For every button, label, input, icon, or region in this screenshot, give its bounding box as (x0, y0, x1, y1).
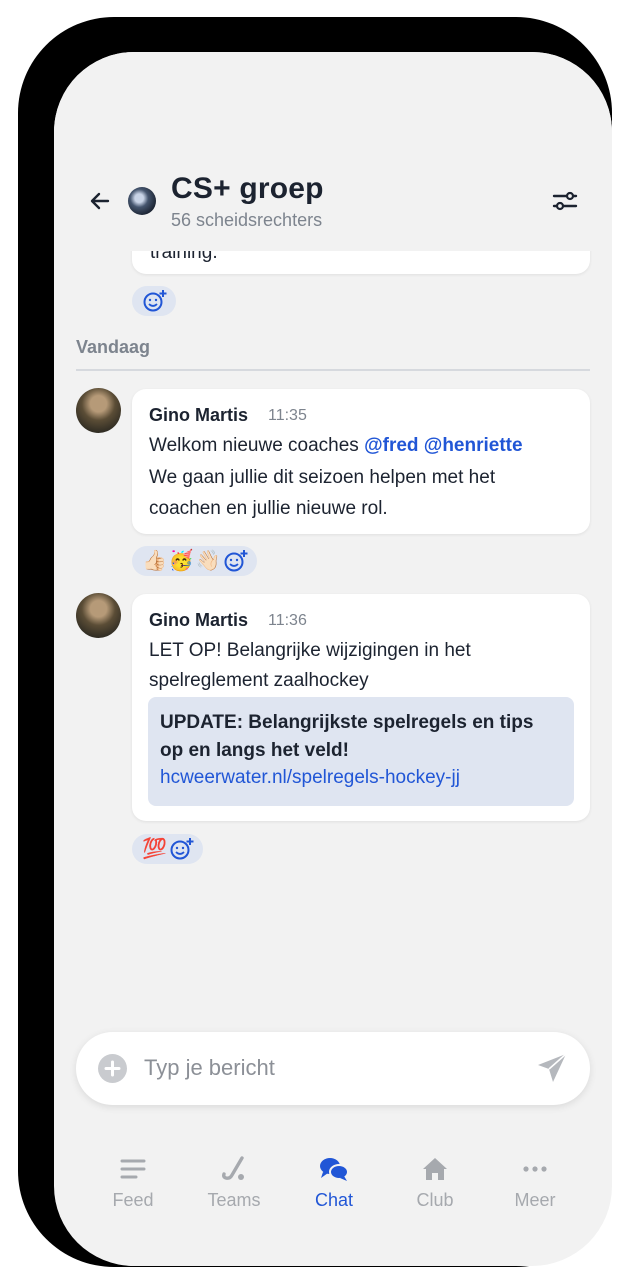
message-text: coachen en jullie nieuwe rol. (149, 498, 388, 519)
member-count: 56 scheidsrechters (171, 210, 323, 230)
message-text: We gaan jullie dit seizoen helpen met he… (149, 467, 496, 488)
tab-meer[interactable]: Meer (485, 1152, 585, 1222)
reaction-emoji[interactable]: 💯 (142, 834, 167, 864)
settings-sliders-icon[interactable] (552, 190, 578, 212)
message-card: Gino Martis 11:36 LET OP! Belangrijke wi… (132, 594, 590, 821)
reaction-emoji[interactable]: 👍🏻 (142, 546, 167, 576)
mention-link[interactable]: @henriette (424, 435, 523, 456)
avatar[interactable] (76, 593, 121, 638)
message-author: Gino Martis (149, 405, 249, 425)
chat-bubbles-icon (320, 1158, 349, 1181)
page-title: CS+ groep (171, 172, 324, 205)
message-composer: Typ je bericht (76, 1032, 590, 1105)
bottom-tab-bar: Feed Teams Chat Club Meer (54, 1152, 612, 1222)
date-divider-line (76, 369, 590, 371)
link-preview-url[interactable]: hcweerwater.nl/spelregels-hockey-jj (160, 767, 460, 789)
reaction-bar (132, 286, 176, 316)
plus-icon (104, 1060, 121, 1077)
tab-club[interactable]: Club (385, 1152, 485, 1222)
phone-frame: training. Vandaag Gino Martis 11:35 Welk… (18, 17, 612, 1267)
mention-link[interactable]: @fred (364, 435, 418, 456)
tab-label: Feed (112, 1190, 154, 1210)
message-input[interactable]: Typ je bericht (144, 1055, 275, 1081)
more-dots-icon (523, 1166, 547, 1172)
message-card: Gino Martis 11:35 Welkom nieuwe coaches … (132, 389, 590, 534)
message-text: spelreglement zaalhockey (149, 670, 369, 691)
hockey-stick-icon (222, 1156, 244, 1180)
reaction-bar: 💯 (132, 834, 203, 864)
message-text: LET OP! Belangrijke wijzigingen in het (149, 640, 471, 661)
link-preview-title: UPDATE: Belangrijkste spelregels en tips… (160, 712, 534, 761)
home-icon (423, 1158, 447, 1180)
send-icon[interactable] (536, 1052, 568, 1084)
tab-label: Chat (314, 1190, 354, 1210)
back-arrow-icon[interactable] (88, 189, 112, 213)
chat-header: CS+ groep 56 scheidsrechters (54, 52, 612, 251)
add-reaction-icon[interactable] (169, 837, 194, 861)
avatar[interactable] (76, 388, 121, 433)
tab-label: Teams (207, 1190, 261, 1210)
group-avatar[interactable] (128, 187, 156, 215)
feed-icon (120, 1159, 146, 1179)
reaction-bar: 👍🏻 🥳 👋🏻 (132, 546, 257, 576)
tab-teams[interactable]: Teams (184, 1152, 284, 1222)
message-time: 11:36 (268, 612, 307, 629)
add-reaction-icon[interactable] (142, 289, 167, 313)
reaction-emoji[interactable]: 🥳 (169, 546, 194, 576)
reaction-emoji[interactable]: 👋🏻 (196, 546, 221, 576)
message-line: Welkom nieuwe coaches @fred @henriette (149, 435, 523, 457)
tab-label: Club (416, 1190, 454, 1210)
tab-label: Meer (514, 1190, 556, 1210)
message-text: Welkom nieuwe coaches (149, 435, 365, 456)
add-attachment-button[interactable] (98, 1054, 127, 1083)
link-preview[interactable]: UPDATE: Belangrijkste spelregels en tips… (148, 697, 574, 806)
app-screen: training. Vandaag Gino Martis 11:35 Welk… (54, 52, 612, 1266)
message-time: 11:35 (268, 407, 307, 424)
message-author: Gino Martis (149, 610, 249, 630)
add-reaction-icon[interactable] (223, 549, 248, 573)
date-divider-label: Vandaag (76, 337, 151, 357)
tab-feed[interactable]: Feed (83, 1152, 183, 1222)
tab-chat[interactable]: Chat (284, 1152, 384, 1222)
